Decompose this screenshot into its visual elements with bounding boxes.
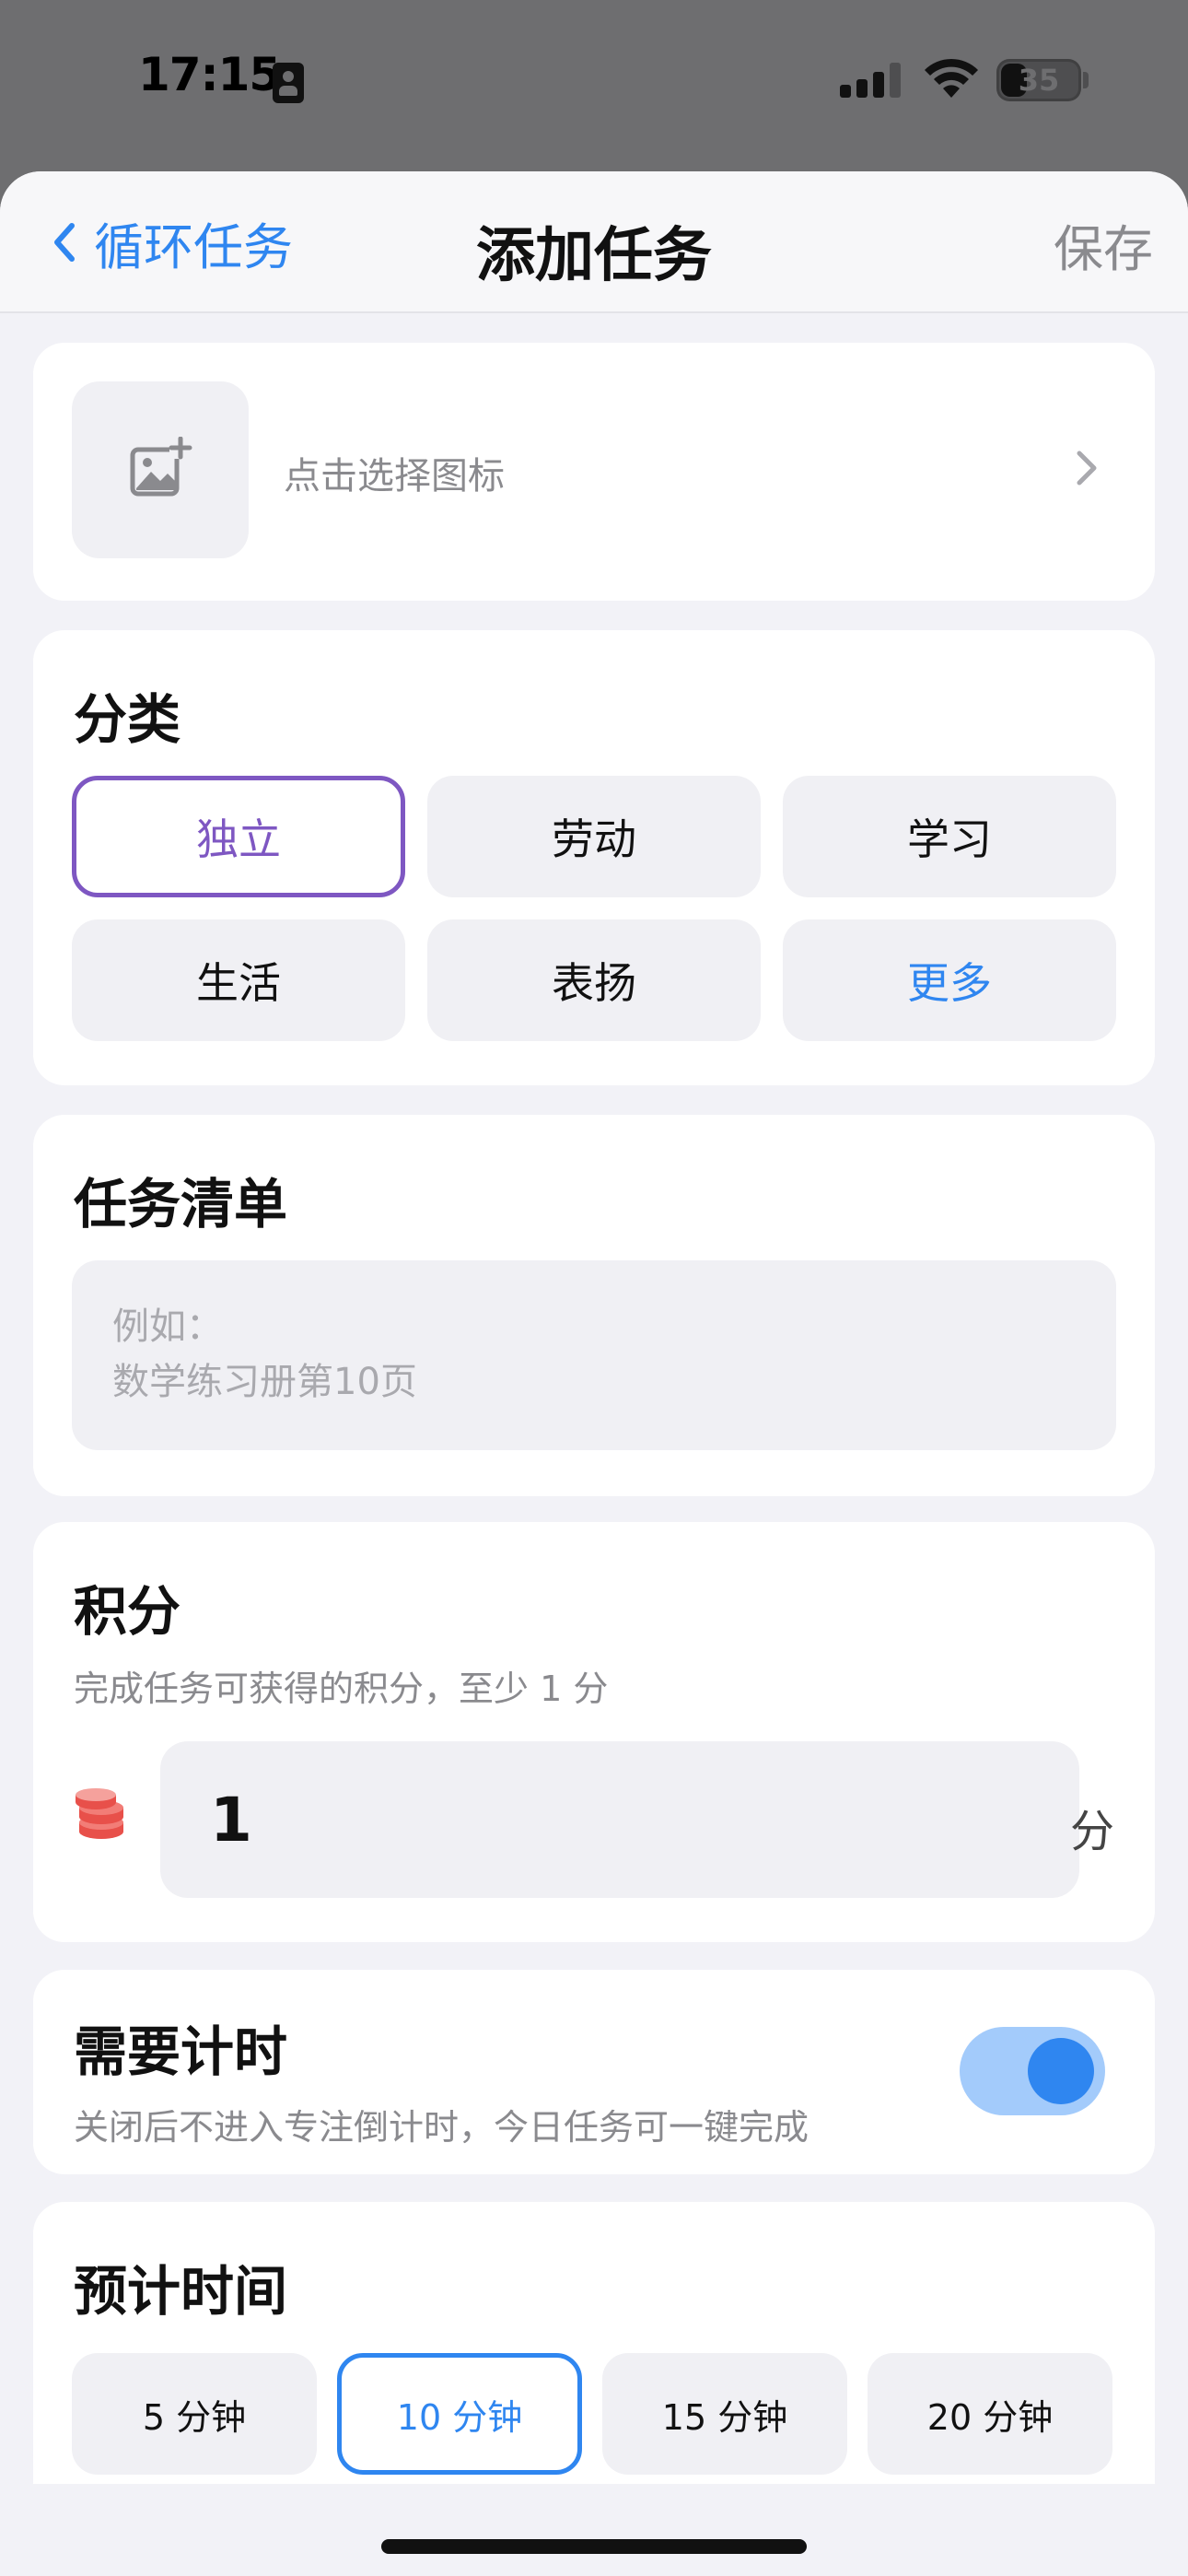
nav-bar: 循环任务 添加任务 保存	[0, 171, 1188, 313]
category-chip-study[interactable]: 学习	[783, 776, 1116, 897]
category-card: 分类 独立 劳动 学习 生活 表扬 更多	[33, 630, 1155, 1085]
toggle-knob	[1028, 2038, 1094, 2104]
add-task-sheet: 循环任务 添加任务 保存 点击选择图标 分类 独立 劳动 学习 生活 表扬 更多	[0, 171, 1188, 2576]
time-chip-10[interactable]: 10 分钟	[337, 2353, 582, 2475]
category-title: 分类	[74, 688, 181, 751]
estimated-time-title: 预计时间	[74, 2260, 288, 2323]
coins-icon	[76, 1788, 123, 1839]
battery-icon: 35	[996, 59, 1081, 101]
category-chip-more[interactable]: 更多	[783, 919, 1116, 1041]
timer-toggle[interactable]	[960, 2027, 1105, 2115]
icon-picker-card[interactable]: 点击选择图标	[33, 343, 1155, 601]
contact-card-icon	[273, 63, 304, 103]
points-unit: 分	[1069, 1806, 1114, 1857]
timer-card: 需要计时 关闭后不进入专注倒计时，今日任务可一键完成	[33, 1970, 1155, 2174]
time-chip-15[interactable]: 15 分钟	[602, 2353, 847, 2475]
icon-picker-tile[interactable]	[72, 381, 249, 558]
battery-cap	[1083, 72, 1089, 88]
status-time: 17:15	[138, 48, 281, 101]
icon-picker-label: 点击选择图标	[284, 455, 505, 498]
timer-title: 需要计时	[74, 2020, 288, 2083]
back-button[interactable]: 循环任务	[52, 208, 293, 276]
time-chip-20[interactable]: 20 分钟	[868, 2353, 1112, 2475]
chevron-right-icon	[1077, 451, 1097, 486]
wifi-icon	[925, 58, 978, 98]
timer-hint: 关闭后不进入专注倒计时，今日任务可一键完成	[74, 2107, 809, 2148]
back-label: 循环任务	[94, 217, 293, 276]
points-input[interactable]: 1	[160, 1741, 1079, 1898]
task-list-title: 任务清单	[74, 1173, 288, 1235]
category-chip-labor[interactable]: 劳动	[427, 776, 761, 897]
time-chip-5[interactable]: 5 分钟	[72, 2353, 317, 2475]
task-list-card: 任务清单 例如： 数学练习册第10页	[33, 1115, 1155, 1496]
status-bar: 17:15 35	[0, 0, 1188, 171]
points-hint: 完成任务可获得的积分，至少 1 分	[74, 1669, 609, 1709]
add-image-icon	[130, 437, 192, 497]
cellular-signal-icon	[840, 63, 901, 98]
points-card: 积分 完成任务可获得的积分，至少 1 分 1 分	[33, 1522, 1155, 1942]
category-chip-independent[interactable]: 独立	[72, 776, 405, 897]
battery-level: 35	[1018, 63, 1060, 98]
bottom-safe-area	[0, 2484, 1188, 2576]
save-button[interactable]: 保存	[1054, 208, 1153, 281]
chevron-left-icon	[54, 223, 75, 262]
points-title: 积分	[74, 1580, 181, 1643]
home-indicator[interactable]	[381, 2539, 807, 2554]
task-list-input[interactable]: 例如： 数学练习册第10页	[72, 1260, 1116, 1450]
category-chip-praise[interactable]: 表扬	[427, 919, 761, 1041]
category-chip-life[interactable]: 生活	[72, 919, 405, 1041]
